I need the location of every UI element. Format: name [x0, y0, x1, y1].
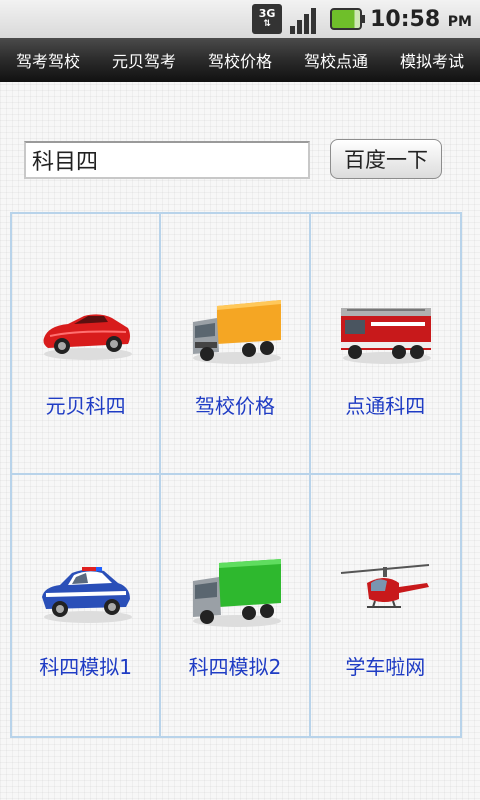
yellow-truck-icon — [193, 300, 282, 364]
grid-item-diantong-kesi[interactable]: 点通科四 — [310, 214, 460, 475]
grid-item-kesi-moni-1[interactable]: 科四模拟1 — [12, 475, 162, 736]
police-car-icon — [42, 567, 132, 623]
grid-item-xuechela-wang[interactable]: 学车啦网 — [311, 475, 460, 736]
grid-item-label: 元贝科四 — [45, 394, 126, 418]
clock-time: 10:58 — [370, 6, 441, 32]
search-button[interactable]: 百度一下 — [330, 139, 442, 179]
grid-item-label: 点通科四 — [345, 394, 426, 418]
grid-item-kesi-moni-2[interactable]: 科四模拟2 — [161, 475, 311, 736]
grid-item-jiaxiao-jiage[interactable]: 驾校价格 — [161, 214, 311, 475]
red-convertible-car-icon — [43, 314, 132, 360]
tab-yuanbei-jiakao[interactable]: 元贝驾考 — [96, 48, 192, 72]
network-3g-icon: 3G ⇅ — [252, 4, 283, 34]
signal-strength-icon — [290, 4, 322, 34]
tab-jiakao-jiaxiao[interactable]: 驾考驾校 — [0, 48, 96, 72]
tab-moni-kaoshi[interactable]: 模拟考试 — [384, 48, 480, 72]
grid-item-yuanbei-kesi[interactable]: 元贝科四 — [12, 214, 162, 475]
grid-item-label: 驾校价格 — [194, 394, 275, 418]
battery-icon — [330, 8, 366, 30]
tab-bar: 驾考驾校 元贝驾考 驾校价格 驾校点通 模拟考试 — [0, 38, 480, 82]
clock-ampm: PM — [447, 13, 472, 30]
grid-item-label: 科四模拟2 — [188, 655, 282, 679]
status-bar: 3G ⇅ 10:58 PM — [0, 0, 480, 39]
network-type: 3G — [258, 7, 276, 20]
clock: 10:58 PM — [370, 7, 472, 32]
helicopter-icon — [340, 564, 429, 608]
tab-jiaxiao-diantong[interactable]: 驾校点通 — [288, 48, 384, 72]
grid-item-label: 学车啦网 — [345, 655, 426, 679]
fire-truck-icon — [340, 308, 431, 364]
search-input[interactable] — [24, 141, 310, 179]
shortcut-grid: 元贝科四 驾校价格 点通科四 科四模拟1 科四模拟2 学车啦网 — [10, 212, 462, 738]
grid-item-label: 科四模拟1 — [39, 655, 133, 679]
green-truck-icon — [193, 559, 282, 627]
tab-jiaxiao-jiage[interactable]: 驾校价格 — [192, 48, 288, 72]
status-icons: 3G ⇅ 10:58 PM — [252, 3, 472, 35]
